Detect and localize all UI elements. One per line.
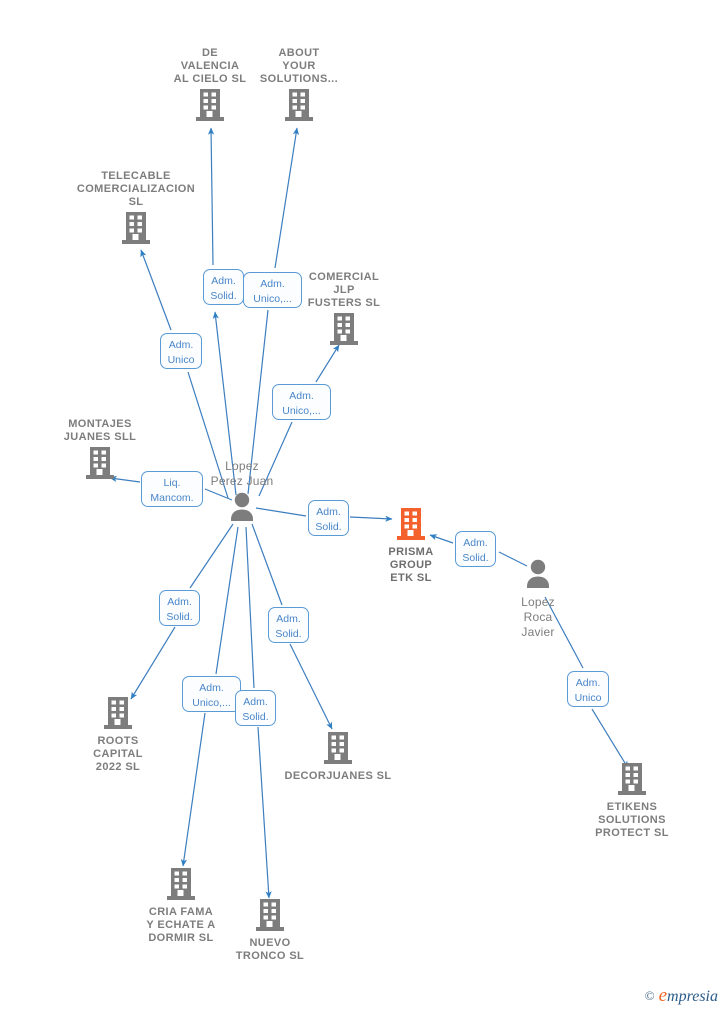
graph-node-nuevo[interactable]: NUEVO TRONCO SL bbox=[210, 898, 330, 963]
graph-node-lopezperez[interactable]: Lopez Perez Juan bbox=[182, 459, 302, 528]
relation-tag[interactable]: Adm. Solid. bbox=[159, 590, 200, 626]
building-icon-wrap bbox=[351, 507, 471, 546]
building-icon-wrap bbox=[58, 696, 178, 735]
graph-edge bbox=[215, 526, 239, 675]
graph-edge bbox=[274, 127, 300, 269]
node-label: NUEVO TRONCO SL bbox=[235, 937, 305, 962]
person-icon-wrap bbox=[182, 491, 302, 528]
graph-node-comercial[interactable]: COMERCIAL JLP FUSTERS SL bbox=[284, 271, 404, 351]
graph-node-decor[interactable]: DECORJUANES SL bbox=[278, 731, 398, 783]
relation-tag[interactable]: Adm. Unico bbox=[567, 671, 609, 707]
node-label: ABOUT YOUR SOLUTIONS... bbox=[259, 47, 339, 85]
graph-node-roots[interactable]: ROOTS CAPITAL 2022 SL bbox=[58, 696, 178, 774]
building-icon bbox=[196, 89, 224, 121]
node-label: MONTAJES JUANES SLL bbox=[63, 418, 137, 443]
brand-name: mpresia bbox=[667, 988, 718, 1005]
person-icon bbox=[527, 559, 549, 588]
graph-node-telecable[interactable]: TELECABLE COMERCIALIZACION SL bbox=[76, 170, 196, 250]
building-icon-wrap bbox=[76, 211, 196, 250]
relation-tag[interactable]: Adm. Solid. bbox=[268, 607, 309, 643]
node-label: ETIKENS SOLUTIONS PROTECT SL bbox=[595, 801, 669, 839]
building-icon-wrap bbox=[239, 88, 359, 127]
graph-edge bbox=[289, 643, 333, 730]
building-icon-wrap bbox=[572, 762, 692, 801]
building-icon bbox=[397, 508, 425, 540]
building-icon-wrap bbox=[284, 312, 404, 351]
relation-tag[interactable]: Adm. Solid. bbox=[308, 500, 349, 536]
building-icon bbox=[167, 868, 195, 900]
building-icon bbox=[324, 732, 352, 764]
relation-tag[interactable]: Adm. Unico,... bbox=[182, 676, 241, 712]
building-icon bbox=[86, 447, 114, 479]
graph-node-etikens[interactable]: ETIKENS SOLUTIONS PROTECT SL bbox=[572, 762, 692, 840]
graph-node-montajes[interactable]: MONTAJES JUANES SLL bbox=[40, 418, 160, 485]
building-icon bbox=[104, 697, 132, 729]
person-icon-wrap bbox=[478, 558, 598, 595]
building-icon bbox=[256, 899, 284, 931]
relation-tag[interactable]: Adm. Unico,... bbox=[272, 384, 331, 420]
graph-edge bbox=[130, 626, 176, 700]
graph-edge bbox=[189, 523, 234, 589]
node-label: ROOTS CAPITAL 2022 SL bbox=[93, 735, 143, 773]
relation-tag[interactable]: Adm. Solid. bbox=[203, 269, 244, 305]
building-icon bbox=[285, 89, 313, 121]
graph-edge bbox=[140, 249, 172, 331]
graph-edge bbox=[251, 523, 283, 606]
graph-edge bbox=[180, 712, 206, 867]
graph-edge bbox=[207, 127, 215, 266]
graph-node-lopezroca[interactable]: Lopez Roca Javier bbox=[478, 558, 598, 640]
building-icon bbox=[330, 313, 358, 345]
relation-tag[interactable]: Adm. Solid. bbox=[235, 690, 276, 726]
empresia-watermark: © empresia bbox=[645, 985, 718, 1007]
graph-node-prisma[interactable]: PRISMA GROUP ETK SL bbox=[351, 507, 471, 585]
person-icon bbox=[231, 492, 253, 521]
graph-node-about[interactable]: ABOUT YOUR SOLUTIONS... bbox=[239, 47, 359, 127]
building-icon-wrap bbox=[210, 898, 330, 937]
relation-tag[interactable]: Adm. Unico bbox=[160, 333, 202, 369]
graph-edge bbox=[245, 526, 255, 689]
building-icon-wrap bbox=[40, 446, 160, 485]
graph-canvas: Adm. Solid. Adm. Unico,... Adm. Unico Adm. … bbox=[0, 0, 728, 1015]
node-label: Lopez Perez Juan bbox=[210, 459, 274, 488]
building-icon bbox=[618, 763, 646, 795]
node-label: TELECABLE COMERCIALIZACION SL bbox=[76, 170, 196, 208]
building-icon-wrap bbox=[278, 731, 398, 770]
node-label: PRISMA GROUP ETK SL bbox=[388, 546, 434, 584]
node-label: Lopez Roca Javier bbox=[521, 595, 555, 639]
graph-edge bbox=[257, 726, 272, 899]
copyright-symbol: © bbox=[644, 988, 655, 1003]
node-label: DECORJUANES SL bbox=[284, 770, 392, 782]
graph-edge bbox=[591, 708, 629, 769]
node-label: COMERCIAL JLP FUSTERS SL bbox=[307, 271, 381, 309]
brand-initial: e bbox=[658, 985, 668, 1006]
building-icon bbox=[122, 212, 150, 244]
